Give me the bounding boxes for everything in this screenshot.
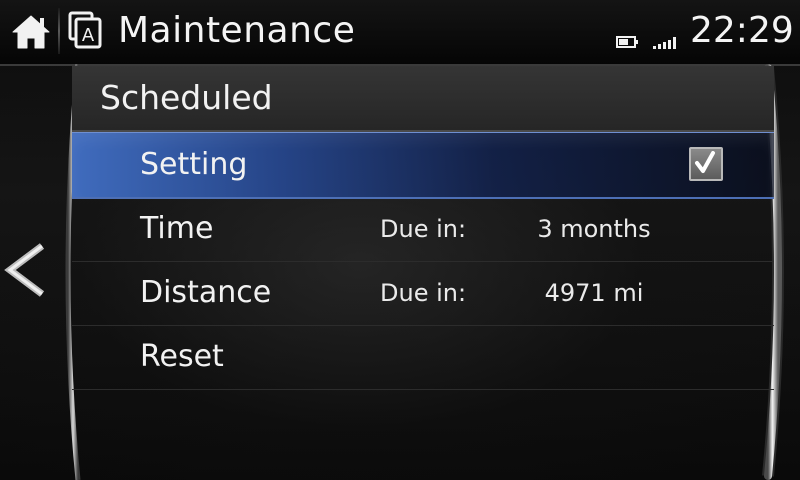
app-letter: A [82, 25, 95, 46]
home-button[interactable] [6, 6, 56, 56]
clock: 22:29 [690, 10, 794, 51]
maintenance-list: Scheduled Setting Time Due in: 3 months … [72, 66, 774, 480]
chevron-left-icon [4, 243, 45, 297]
setting-checkbox[interactable] [689, 147, 723, 181]
distance-label: Distance [140, 275, 272, 310]
page-title: Maintenance [118, 10, 356, 51]
setting-row[interactable]: Setting [72, 132, 774, 199]
reset-row[interactable]: Reset [72, 325, 774, 390]
distance-due-value: 4971 mi [544, 279, 644, 307]
app-switch-icon: A [68, 11, 102, 49]
top-bar: A Maintenance 22:29 [0, 0, 800, 66]
section-header: Scheduled [72, 66, 774, 132]
battery-icon [616, 36, 638, 48]
time-due-value: 3 months [537, 215, 651, 243]
distance-row[interactable]: Distance Due in: 4971 mi [72, 261, 774, 326]
setting-label: Setting [140, 147, 248, 182]
time-due-label: Due in: [380, 215, 467, 243]
maintenance-screen: A Maintenance 22:29 Scheduled Setting Ti… [0, 0, 800, 480]
signal-strength-icon [653, 37, 676, 49]
time-row[interactable]: Time Due in: 3 months [72, 197, 774, 262]
section-title: Scheduled [100, 78, 273, 117]
checkmark-icon [695, 151, 715, 173]
back-button[interactable] [0, 232, 54, 306]
app-switch-button[interactable]: A [66, 10, 106, 52]
distance-due-label: Due in: [380, 279, 467, 307]
home-icon [12, 15, 50, 49]
time-label: Time [140, 211, 214, 246]
reset-label: Reset [140, 339, 224, 374]
header-divider [58, 8, 60, 54]
